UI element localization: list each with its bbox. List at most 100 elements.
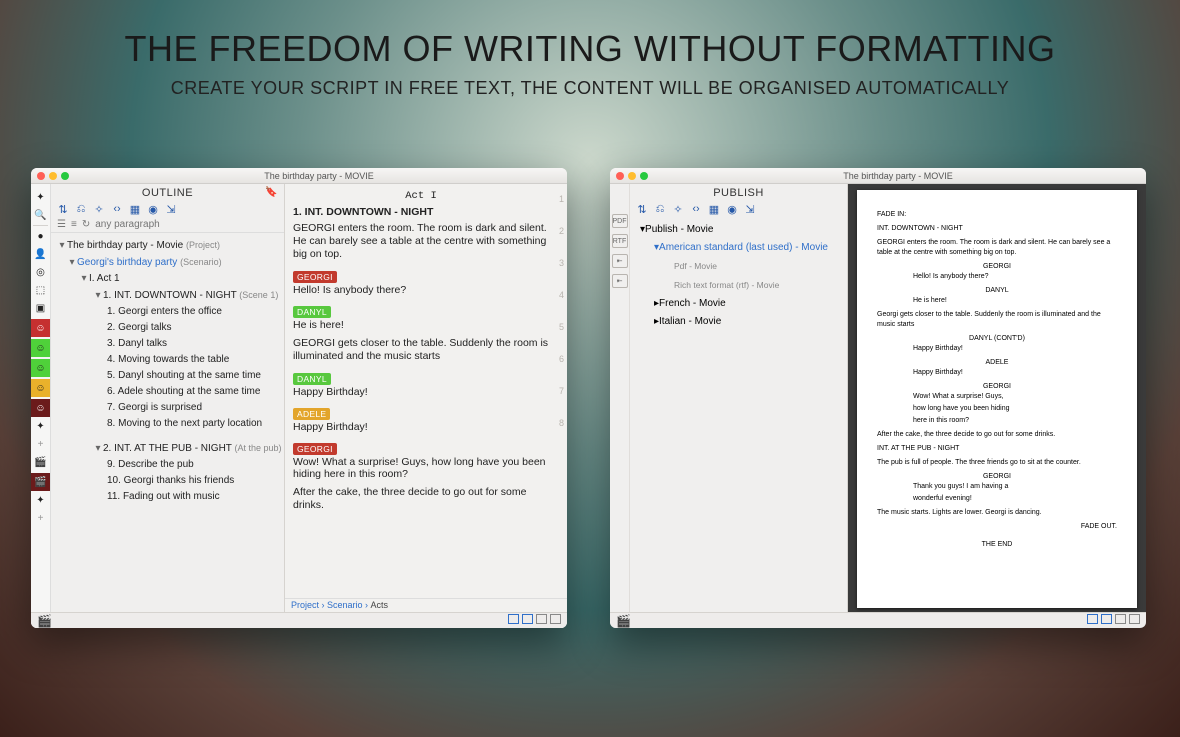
share-icon[interactable]: ‹› (690, 203, 702, 215)
minimize-button[interactable] (628, 172, 636, 180)
rail-search-icon[interactable]: 🔍 (31, 206, 50, 224)
hero-title: THE FREEDOM OF WRITING WITHOUT FORMATTIN… (0, 28, 1180, 70)
outline-pane: OUTLINE 🔖 ⇅ ⎌ ✧ ‹› ▦ ◉ ⇲ ☰ ≡ ↻ ▾The birt… (51, 184, 285, 628)
tree-toggle-icon[interactable]: ⇅ (57, 203, 69, 215)
filter-lines-icon[interactable]: ≡ (71, 219, 77, 230)
rail-camera-icon[interactable]: ▣ (31, 299, 50, 317)
zoom-button[interactable] (61, 172, 69, 180)
filter-refresh-icon[interactable]: ↻ (82, 219, 90, 230)
eye-icon[interactable]: ◉ (147, 203, 159, 215)
rail-clapper-icon[interactable]: 🎬 (31, 453, 50, 471)
tree-scene-2[interactable]: ▾2. INT. AT THE PUB - NIGHT (At the pub) (53, 440, 284, 457)
left-rail: ✦ 🔍 ● 👤 ◎ ⬚ ▣ ☺ ☺ ☺ ☺ ☺ ✦ + 🎬 🎬 ✦ + (31, 184, 51, 628)
view-mode-switch[interactable] (505, 614, 561, 627)
close-button[interactable] (616, 172, 624, 180)
filter-list-icon[interactable]: ☰ (57, 219, 66, 230)
tree-toggle-icon[interactable]: ⇅ (636, 203, 648, 215)
character-cue: DANYL (877, 286, 1117, 296)
rail-char-green-2[interactable]: ☺ (31, 359, 50, 377)
status-bar: 🎬 (610, 612, 1146, 628)
breadcrumb[interactable]: Project › Scenario › Acts (285, 598, 567, 612)
dialogue-line: Happy Birthday! (293, 386, 549, 398)
export-icon[interactable]: ⇲ (165, 203, 177, 215)
rail-plus-2[interactable]: + (31, 509, 50, 527)
rail-char-red[interactable]: ☺ (31, 319, 50, 337)
rail-runner-icon[interactable]: ✦ (31, 188, 50, 206)
rtf-icon[interactable]: RTF (612, 234, 628, 248)
publish-format-rtf[interactable]: Rich text format (rtf) - Movie (632, 276, 843, 295)
export-icon[interactable]: ⇲ (744, 203, 756, 215)
rail-plus-1[interactable]: + (31, 435, 50, 453)
rail-location-icon[interactable]: ⬚ (31, 281, 50, 299)
zoom-button[interactable] (640, 172, 648, 180)
tree-beat[interactable]: 7. Georgi is surprised (53, 400, 284, 416)
publish-tree: ▾Publish - Movie ▾American standard (las… (630, 217, 847, 628)
action-paragraph: GEORGI enters the room. The room is dark… (877, 238, 1117, 258)
publish-root[interactable]: ▾Publish - Movie (632, 221, 843, 239)
tree-beat[interactable]: 9. Describe the pub (53, 457, 284, 473)
rail-runner-2-icon[interactable]: ✦ (31, 417, 50, 435)
dialogue-line: Wow! What a surprise! Guys, how long hav… (293, 456, 549, 480)
grid-icon[interactable]: ▦ (708, 203, 720, 215)
nodes-icon[interactable]: ✧ (93, 203, 105, 215)
view-mode-switch[interactable] (1084, 614, 1140, 627)
tree-scenario[interactable]: ▾Georgi's birthday party (Scenario) (53, 254, 284, 271)
dialogue-line: how long have you been hiding (913, 404, 1081, 414)
fade-out: FADE OUT. (877, 522, 1117, 532)
tree-scene-1[interactable]: ▾1. INT. DOWNTOWN - NIGHT (Scene 1) (53, 287, 284, 304)
export-icon[interactable]: ⇤ (612, 274, 628, 288)
publish-format-pdf[interactable]: Pdf - Movie (632, 257, 843, 276)
rail-pin-icon[interactable]: ◎ (31, 263, 50, 281)
rail-person-icon[interactable]: 👤 (31, 245, 50, 263)
publish-preview-window: The birthday party - MOVIE PDF RTF ⇤ ⇤ P… (610, 168, 1146, 628)
tree-beat[interactable]: 4. Moving towards the table (53, 352, 284, 368)
filter-input[interactable] (95, 219, 205, 230)
scene-heading: INT. DOWNTOWN - NIGHT (877, 224, 1117, 234)
rail-clapper-dark[interactable]: 🎬 (31, 473, 50, 491)
rail-char-yellow[interactable]: ☺ (31, 379, 50, 397)
grid-icon[interactable]: ▦ (129, 203, 141, 215)
close-button[interactable] (37, 172, 45, 180)
tree-beat[interactable]: 10. Georgi thanks his friends (53, 473, 284, 489)
editor-pane[interactable]: Act I 1. INT. DOWNTOWN - NIGHT GEORGI en… (285, 184, 567, 628)
minimize-button[interactable] (49, 172, 57, 180)
window-titlebar[interactable]: The birthday party - MOVIE (610, 168, 1146, 184)
publish-format-italian[interactable]: ▸Italian - Movie (632, 313, 843, 331)
action-paragraph: The music starts. Lights are lower. Geor… (877, 508, 1117, 518)
nodes-icon[interactable]: ✧ (672, 203, 684, 215)
window-traffic-lights[interactable] (37, 172, 69, 180)
window-titlebar[interactable]: The birthday party - MOVIE (31, 168, 567, 184)
rail-char-green-1[interactable]: ☺ (31, 339, 50, 357)
tree-beat[interactable]: 3. Danyl talks (53, 336, 284, 352)
publish-pane: PUBLISH ⇅ ⎌ ✧ ‹› ▦ ◉ ⇲ ▾Publish - Movie … (630, 184, 848, 628)
publish-format-american[interactable]: ▾American standard (last used) - Movie (632, 239, 843, 257)
tree-beat[interactable]: 2. Georgi talks (53, 320, 284, 336)
tree-beat[interactable]: 8. Moving to the next party location (53, 416, 284, 432)
export-icon[interactable]: ⇤ (612, 254, 628, 268)
tree-beat[interactable]: 6. Adele shouting at the same time (53, 384, 284, 400)
dialogue-line: Hello! Is anybody there? (293, 284, 549, 296)
outline-tree: ▾The birthday party - Movie (Project) ▾G… (51, 233, 284, 614)
tree-beat[interactable]: 11. Fading out with music (53, 489, 284, 505)
tree-project[interactable]: ▾The birthday party - Movie (Project) (53, 237, 284, 254)
publish-format-french[interactable]: ▸French - Movie (632, 295, 843, 313)
dialogue-line: Happy Birthday! (913, 344, 1081, 354)
branch-icon[interactable]: ⎌ (75, 203, 87, 215)
window-traffic-lights[interactable] (616, 172, 648, 180)
tree-beat[interactable]: 1. Georgi enters the office (53, 304, 284, 320)
branch-icon[interactable]: ⎌ (654, 203, 666, 215)
bookmark-icon[interactable]: 🔖 (265, 187, 278, 198)
share-icon[interactable]: ‹› (111, 203, 123, 215)
rail-runner-3-icon[interactable]: ✦ (31, 491, 50, 509)
character-cue: GEORGI (877, 262, 1117, 272)
rail-dot-icon[interactable]: ● (31, 227, 50, 245)
pdf-icon[interactable]: PDF (612, 214, 628, 228)
act-heading: Act I (293, 190, 549, 202)
rail-char-dark[interactable]: ☺ (31, 399, 50, 417)
clapper-icon[interactable]: 🎬 (37, 614, 52, 628)
eye-icon[interactable]: ◉ (726, 203, 738, 215)
tree-act-1[interactable]: ▾I. Act 1 (53, 271, 284, 287)
tree-beat[interactable]: 5. Danyl shouting at the same time (53, 368, 284, 384)
character-tag-danyl: DANYL (293, 373, 331, 385)
clapper-icon[interactable]: 🎬 (616, 614, 631, 628)
